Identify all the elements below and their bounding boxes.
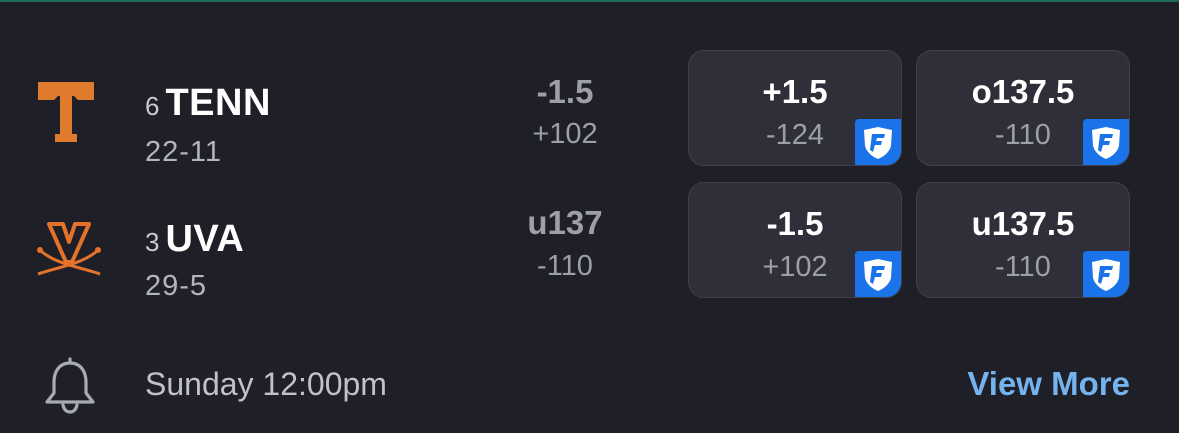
team-record: 22-11 [145,136,223,168]
bet-line: o137.5 [971,73,1075,110]
fanduel-shield-icon [1083,119,1129,165]
top-divider [0,0,1179,2]
odds-value: -1.5 [536,73,594,110]
virginia-logo-icon [37,222,101,276]
team-rank: 6 [145,91,160,121]
game-start-time: Sunday 12:00pm [145,366,387,402]
bet-line: -1.5 [766,205,824,242]
team-row-uva: 3 UVA 29-5 [0,180,520,302]
team-name-line: 6 TENN [145,82,271,125]
team-row-tenn: 6 TENN 22-11 [0,48,520,168]
tennessee-logo-icon [38,82,94,142]
game-card: 6 TENN 22-11 3 UVA 29-5 -1.5 +102 u137 -11… [0,0,1179,433]
odds-price: +102 [532,118,598,150]
total-bet-button-under[interactable]: u137.5 -110 [916,182,1130,298]
bet-line: +1.5 [762,73,828,110]
bell-icon[interactable] [40,357,100,415]
view-more-link[interactable]: View More [967,365,1130,403]
team-rank: 3 [145,227,160,257]
odds-value: u137 [527,204,603,241]
total-bet-button-over[interactable]: o137.5 -110 [916,50,1130,166]
team-abbreviation: UVA [165,218,245,260]
fanduel-shield-icon [855,119,901,165]
spread-bet-button-tenn[interactable]: +1.5 -124 [688,50,902,166]
team-abbreviation: TENN [165,82,271,124]
fanduel-shield-icon [855,251,901,297]
team-name-line: 3 UVA [145,218,244,261]
spread-bet-button-uva[interactable]: -1.5 +102 [688,182,902,298]
bet-line: u137.5 [971,205,1075,242]
odds-price: -110 [537,250,593,282]
team-record: 29-5 [145,270,208,302]
fanduel-shield-icon [1083,251,1129,297]
